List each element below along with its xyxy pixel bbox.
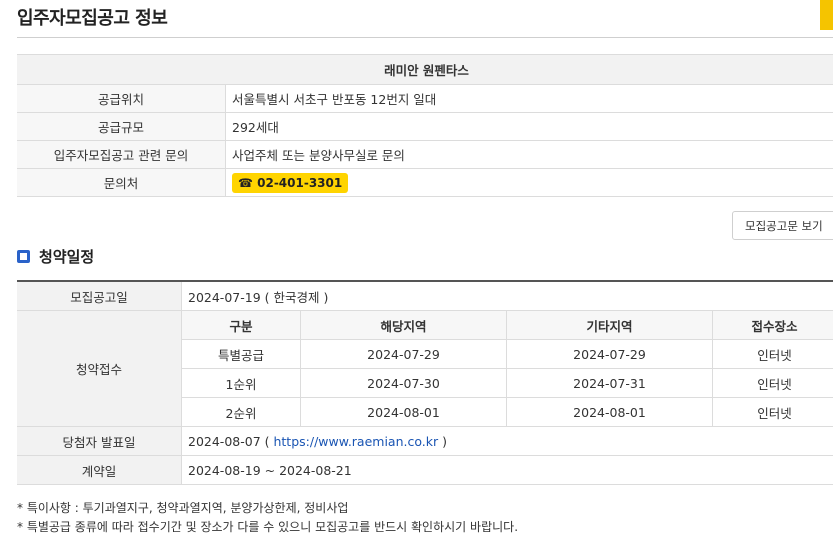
table-cell: 2024-07-29	[300, 339, 507, 369]
supply-location-label: 공급위치	[17, 84, 226, 113]
notes: * 특이사항 : 투기과열지구, 청약과열지역, 분양가상한제, 정비사업 * …	[17, 499, 518, 537]
winner-date: 2024-08-07	[188, 433, 261, 449]
table-row: 당첨자 발표일 2024-08-07 ( https://www.raemian…	[17, 426, 833, 456]
title-divider	[17, 37, 833, 38]
table-cell: 특별공급	[181, 339, 301, 369]
winner-close-paren: )	[438, 433, 447, 449]
winner-open-paren: (	[260, 433, 274, 449]
inquiry-value: 사업주체 또는 분양사무실로 문의	[225, 140, 833, 169]
square-bullet-icon	[17, 250, 30, 263]
raemian-link[interactable]: https://www.raemian.co.kr	[273, 434, 438, 449]
column-header: 접수장소	[712, 310, 833, 340]
contact-label: 문의처	[17, 168, 226, 197]
complex-name: 래미안 원펜타스	[17, 54, 833, 85]
column-header: 해당지역	[300, 310, 507, 340]
supply-location-value: 서울특별시 서초구 반포동 12번지 일대	[225, 84, 833, 113]
corner-badge	[820, 0, 833, 30]
table-row: 입주자모집공고 관련 문의 사업주체 또는 분양사무실로 문의	[17, 140, 833, 169]
announce-value: 2024-07-19 ( 한국경제 )	[181, 280, 833, 311]
table-cell: 2순위	[181, 397, 301, 427]
table-row: 공급규모 292세대	[17, 112, 833, 141]
table-cell: 인터넷	[712, 339, 833, 369]
table-row: 공급위치 서울특별시 서초구 반포동 12번지 일대	[17, 84, 833, 113]
note-line: * 특이사항 : 투기과열지구, 청약과열지역, 분양가상한제, 정비사업	[17, 501, 349, 515]
schedule-table: 모집공고일 2024-07-19 ( 한국경제 ) 청약접수 구분 해당지역 기…	[17, 280, 833, 485]
table-cell: 인터넷	[712, 368, 833, 398]
table-cell: 2024-08-01	[506, 397, 713, 427]
contract-value: 2024-08-19 ~ 2024-08-21	[181, 455, 833, 485]
view-notice-button[interactable]: 모집공고문 보기	[732, 211, 833, 240]
reception-label: 청약접수	[17, 310, 182, 427]
column-header: 구분	[181, 310, 301, 340]
page-title: 입주자모집공고 정보	[17, 8, 168, 29]
winner-label: 당첨자 발표일	[17, 426, 182, 456]
table-cell: 2024-07-30	[300, 368, 507, 398]
table-cell: 2024-07-29	[506, 339, 713, 369]
table-row: 계약일 2024-08-19 ~ 2024-08-21	[17, 455, 833, 485]
announce-label: 모집공고일	[17, 280, 182, 311]
table-row: 청약접수 구분 해당지역 기타지역 접수장소	[17, 310, 833, 427]
table-row: 모집공고일 2024-07-19 ( 한국경제 )	[17, 280, 833, 311]
contract-label: 계약일	[17, 455, 182, 485]
note-line: * 특별공급 종류에 따라 접수기간 및 장소가 다를 수 있으니 모집공고를 …	[17, 520, 519, 534]
winner-value: 2024-08-07 ( https://www.raemian.co.kr )	[181, 426, 833, 456]
table-cell: 2024-07-31	[506, 368, 713, 398]
table-row: 문의처 ☎ 02-401-3301	[17, 168, 833, 197]
supply-size-value: 292세대	[225, 112, 833, 141]
phone-number[interactable]: ☎ 02-401-3301	[232, 172, 349, 193]
table-cell: 2024-08-01	[300, 397, 507, 427]
supply-size-label: 공급규모	[17, 112, 226, 141]
inquiry-label: 입주자모집공고 관련 문의	[17, 140, 226, 169]
contact-cell: ☎ 02-401-3301	[225, 168, 833, 197]
info-table: 래미안 원펜타스 공급위치 서울특별시 서초구 반포동 12번지 일대 공급규모…	[17, 54, 833, 197]
table-cell: 인터넷	[712, 397, 833, 427]
section-title: 청약일정	[39, 248, 95, 266]
table-cell: 1순위	[181, 368, 301, 398]
column-header: 기타지역	[506, 310, 713, 340]
section-header: 청약일정	[17, 246, 94, 267]
